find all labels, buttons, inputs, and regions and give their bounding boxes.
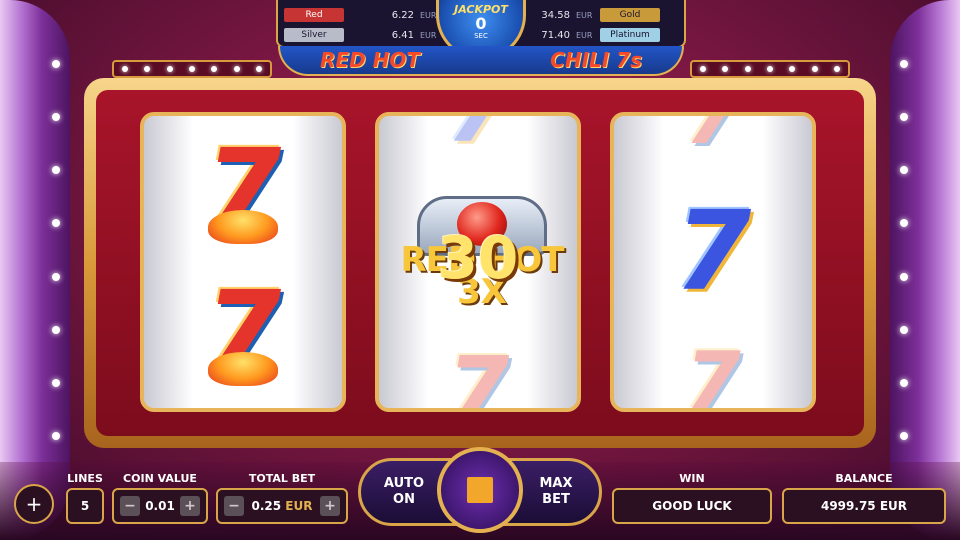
reel-symbol-seven: 7: [685, 112, 741, 162]
max-label-2: BET: [542, 491, 570, 507]
lines-value: 5: [66, 488, 104, 524]
bonus-countdown: 30: [437, 224, 519, 292]
flame-icon: [208, 210, 278, 244]
jackpot-platinum-row: 71.40 EUR Platinum: [524, 26, 660, 44]
lines-label: LINES: [67, 472, 103, 485]
jackpot-red-value: 6.22: [391, 9, 414, 21]
logo-text-left: RED HOT: [320, 48, 421, 72]
jackpot-red-row: Red 6.22 EUR: [284, 6, 444, 24]
coin-value-plus-button[interactable]: +: [179, 496, 200, 516]
reel-1: 7 7: [140, 112, 346, 412]
coin-value-control: − 0.01 +: [112, 488, 208, 524]
reel-symbol-seven: 7: [446, 338, 510, 412]
total-bet-currency: EUR: [285, 499, 313, 513]
spin-stop-button[interactable]: [437, 447, 523, 533]
flame-icon: [208, 352, 278, 386]
jackpot-silver-row: Silver 6.41 EUR: [284, 26, 444, 44]
total-bet-display: 0.25 EUR: [252, 499, 313, 513]
jackpot-platinum-currency: EUR: [576, 30, 593, 40]
game-logo: RED HOT CHILI 7s: [278, 46, 684, 76]
total-bet-minus-button[interactable]: −: [224, 496, 244, 516]
reel-symbol-seven: 7: [685, 335, 741, 412]
total-bet-label: TOTAL BET: [248, 472, 316, 485]
jackpot-gold-currency: EUR: [576, 10, 593, 20]
max-label-1: MAX: [539, 476, 573, 491]
slot-cabinet: 7 7 7 7 RED HOT 3X 30 7 7 7: [84, 78, 876, 448]
win-value: GOOD LUCK: [612, 488, 772, 524]
jackpot-timer-unit: SEC: [474, 32, 488, 40]
reel-2: 7 7 RED HOT 3X 30: [375, 112, 581, 412]
jackpot-timer-value: 0: [475, 14, 487, 33]
balance-label: BALANCE: [835, 472, 893, 485]
menu-plus-button[interactable]: +: [14, 484, 54, 524]
reel-frame: 7 7 7 7 RED HOT 3X 30 7 7 7: [96, 90, 864, 436]
total-bet-value: 0.25: [251, 499, 282, 513]
total-bet-plus-button[interactable]: +: [319, 496, 340, 516]
right-pillar-lights: [900, 60, 908, 440]
jackpot-gold-label: Gold: [600, 8, 660, 22]
jackpot-silver-label: Silver: [284, 28, 344, 42]
reel-3: 7 7 7: [610, 112, 816, 412]
reel-symbol-seven: 7: [674, 187, 752, 315]
right-light-bar: [690, 60, 850, 78]
stop-icon: [467, 477, 493, 503]
coin-value: 0.01: [145, 499, 175, 513]
jackpot-platinum-label: Platinum: [600, 28, 660, 42]
auto-label-1: AUTO: [383, 476, 425, 491]
total-bet-control: − 0.25 EUR +: [216, 488, 348, 524]
coin-value-label: COIN VALUE: [123, 472, 197, 485]
max-bet-button[interactable]: MAX BET: [530, 476, 582, 507]
jackpot-silver-value: 6.41: [391, 29, 414, 41]
jackpot-platinum-value: 71.40: [541, 29, 570, 41]
auto-label-2: ON: [393, 491, 415, 507]
jackpot-gold-row: 34.58 EUR Gold: [524, 6, 660, 24]
coin-value-minus-button[interactable]: −: [120, 496, 140, 516]
jackpot-red-label: Red: [284, 8, 344, 22]
balance-value: 4999.75 EUR: [782, 488, 946, 524]
left-pillar-lights: [52, 60, 60, 440]
auto-button[interactable]: AUTO ON: [378, 476, 430, 507]
win-label: WIN: [679, 472, 705, 485]
logo-text-right: CHILI 7s: [550, 48, 642, 72]
reel-symbol-seven: 7: [379, 116, 577, 156]
left-light-bar: [112, 60, 272, 78]
jackpot-gold-value: 34.58: [541, 9, 570, 21]
